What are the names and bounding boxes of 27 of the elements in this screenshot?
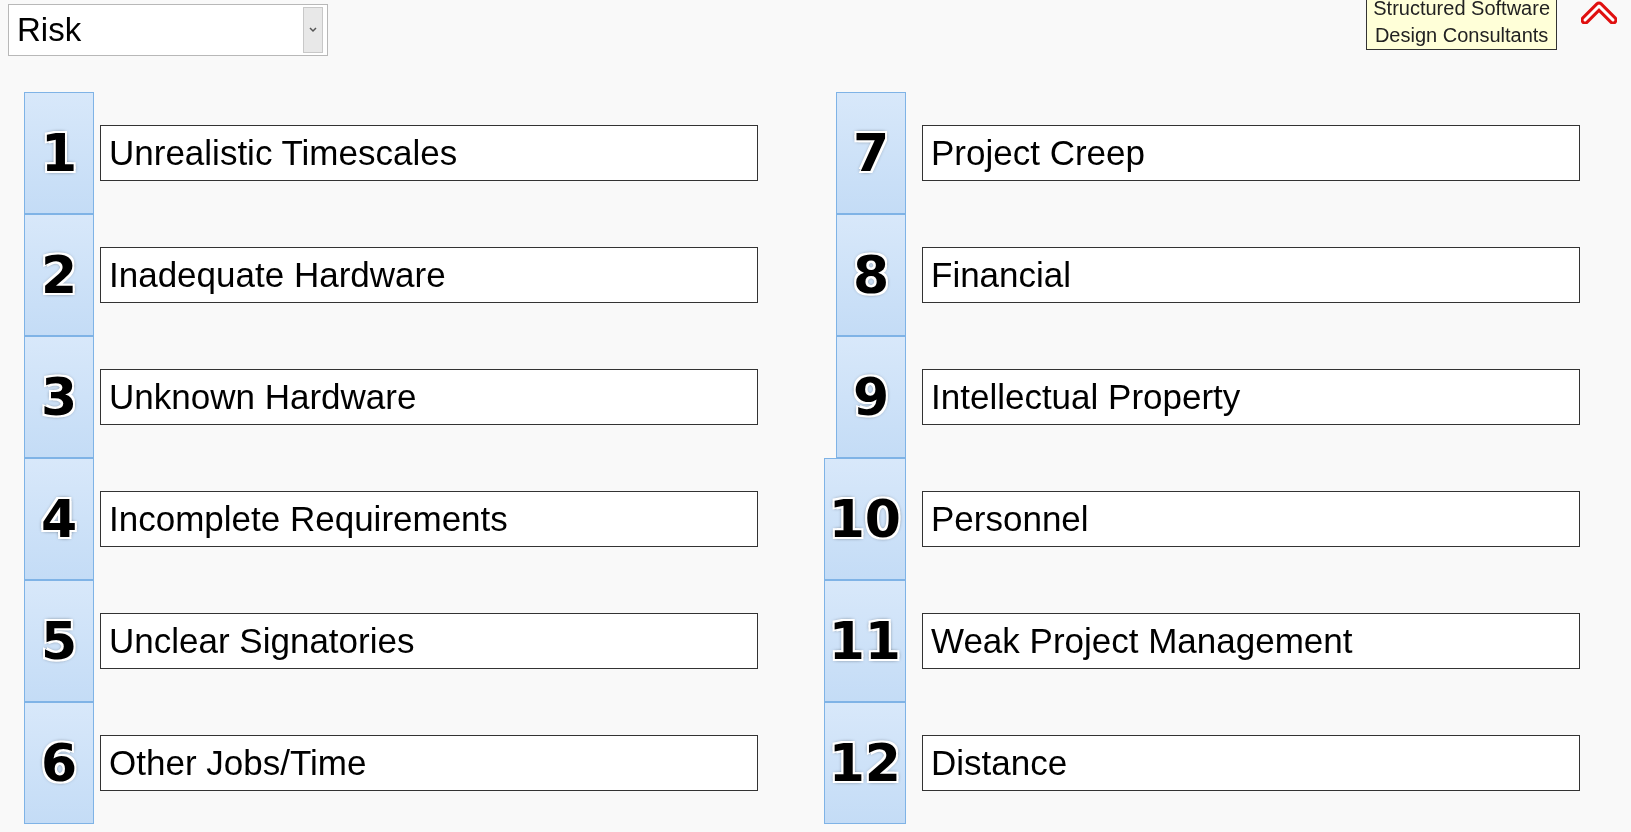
number-tile[interactable]: 2 <box>24 214 94 336</box>
number-tile[interactable]: 11 <box>823 580 906 702</box>
text-field[interactable]: Inadequate Hardware <box>100 247 758 303</box>
number-tile[interactable]: 7 <box>836 92 906 214</box>
number-tile[interactable]: 10 <box>823 458 906 580</box>
number-tile[interactable]: 12 <box>823 702 906 824</box>
number-tile[interactable]: 6 <box>24 702 94 824</box>
category-dropdown[interactable]: Risk <box>8 4 328 56</box>
company-logo: Structured Software Design Consultants <box>1366 0 1557 50</box>
text-field[interactable]: Unrealistic Timescales <box>100 125 758 181</box>
number-tile[interactable]: 5 <box>24 580 94 702</box>
text-field[interactable]: Incomplete Requirements <box>100 491 758 547</box>
text-field[interactable]: Other Jobs/Time <box>100 735 758 791</box>
number-tile[interactable]: 3 <box>24 336 94 458</box>
text-field[interactable]: Unclear Signatories <box>100 613 758 669</box>
number-tile[interactable]: 1 <box>24 92 94 214</box>
text-field[interactable]: Distance <box>922 735 1580 791</box>
text-field[interactable]: Financial <box>922 247 1580 303</box>
text-field[interactable]: Personnel <box>922 491 1580 547</box>
number-tile[interactable]: 9 <box>836 336 906 458</box>
text-field[interactable]: Unknown Hardware <box>100 369 758 425</box>
number-tile[interactable]: 4 <box>24 458 94 580</box>
text-field[interactable]: Project Creep <box>922 125 1580 181</box>
text-field[interactable]: Weak Project Management <box>922 613 1580 669</box>
close-icon[interactable] <box>1581 0 1617 24</box>
text-field[interactable]: Intellectual Property <box>922 369 1580 425</box>
number-tile[interactable]: 8 <box>836 214 906 336</box>
